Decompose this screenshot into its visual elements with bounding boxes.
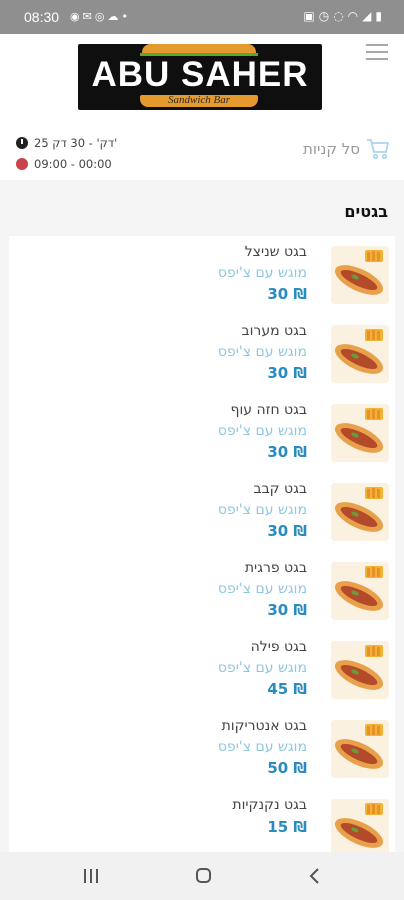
cart-label: סל קניות [303,140,360,158]
dot-icon: • [121,10,131,23]
mail-icon: ✉ [82,10,95,23]
menu-item-price: 30 ₪ [267,285,307,303]
menu-item-description: מוגש עם צ'יפס [217,423,307,439]
menu-item-image [331,641,389,699]
menu-item-image [331,562,389,620]
system-icons: ▣◷◌◠◢▮ [303,9,386,23]
menu-item[interactable]: בגט מערוב מוגש עם צ'יפס 30 ₪ [9,315,395,394]
whatsapp-icon: ◉ [70,10,83,23]
menu-content[interactable]: בגטים בגט שניצל מוגש עם צ'יפס 30 ₪ בגט מערו… [0,180,404,852]
menu-item-description: מוגש עם צ'יפס [217,581,307,597]
menu-item-description: מוגש עם צ'יפס [217,739,307,755]
menu-item[interactable]: בגט אנטריקות מוגש עם צ'יפס 50 ₪ [9,710,395,789]
menu-item-price: 30 ₪ [267,443,307,461]
closed-status-icon [16,158,28,170]
home-icon[interactable] [188,864,218,888]
menu-item-name: בגט נקנקיות [232,797,307,813]
opening-hours: 09:00 - 00:00 [34,157,112,171]
menu-item[interactable]: בגט קבב מוגש עם צ'יפס 30 ₪ [9,473,395,552]
delivery-time: 25 דק' - 30 דק' [34,136,118,150]
menu-item-price: 45 ₪ [267,680,307,698]
back-icon[interactable] [300,864,330,888]
delivery-time-row: 25 דק' - 30 דק' [16,134,117,152]
hamburger-menu-icon[interactable] [366,42,388,62]
menu-item-name: בגט פילה [250,639,307,655]
baguette-image [331,246,389,304]
logo-title: ABU SAHER [91,55,309,94]
menu-item[interactable]: בגט נקנקיות 15 ₪ [9,789,395,852]
cart-button[interactable]: סל קניות [303,136,390,162]
app-screen: 08:30 ◉✉◎☁• ▣◷◌◠◢▮ ABU SAHER Sandwich Ba… [0,0,404,900]
signal-icon: ◢ [362,9,376,23]
alarm-icon: ◷ [318,9,334,23]
baguette-image [331,404,389,462]
opening-hours-row: 09:00 - 00:00 [16,155,117,173]
menu-item-image [331,720,389,778]
battery-icon: ▮ [375,9,386,23]
menu-item-name: בגט אנטריקות [221,718,307,734]
status-bar: 08:30 ◉✉◎☁• ▣◷◌◠◢▮ [0,0,404,34]
wifi-icon: ◠ [347,9,363,23]
baguette-image [331,325,389,383]
menu-item-description: מוגש עם צ'יפס [217,265,307,281]
mute-icon: ◌ [333,9,348,23]
baguette-image [331,483,389,541]
shopping-cart-icon [367,139,389,160]
cloud-icon: ☁ [107,10,122,23]
section-title: בגטים [344,202,388,221]
menu-item[interactable]: בגט פילה מוגש עם צ'יפס 45 ₪ [9,631,395,710]
menu-item-name: בגט שניצל [244,244,307,260]
notification-icons: ◉✉◎☁• [70,10,131,23]
menu-item-description: מוגש עם צ'יפס [217,660,307,676]
status-time: 08:30 [24,9,60,25]
system-nav-bar [0,852,404,900]
baguette-image [331,562,389,620]
baguette-image [331,799,389,852]
menu-item[interactable]: בגט שניצל מוגש עם צ'יפס 30 ₪ [9,236,395,315]
menu-item-description: מוגש עם צ'יפס [217,502,307,518]
menu-item-image [331,246,389,304]
menu-item[interactable]: בגט חזה עוף מוגש עם צ'יפס 30 ₪ [9,394,395,473]
menu-item-name: בגט פרגית [244,560,307,576]
menu-item-price: 50 ₪ [267,759,307,777]
menu-item-name: בגט מערוב [241,323,307,339]
menu-item-image [331,325,389,383]
logo-subtitle: Sandwich Bar [167,94,231,106]
clock-icon [16,137,28,149]
menu-item-name: בגט קבב [253,481,307,497]
menu-item-description: מוגש עם צ'יפס [217,344,307,360]
lock-icon: ▣ [303,9,319,23]
menu-list: בגט שניצל מוגש עם צ'יפס 30 ₪ בגט מערוב מוגש … [9,236,395,852]
instagram-icon: ◎ [94,10,108,23]
baguette-image [331,641,389,699]
menu-item-image [331,799,389,852]
menu-item-price: 30 ₪ [267,364,307,382]
store-info: 25 דק' - 30 דק' 09:00 - 00:00 [16,134,117,176]
recents-icon[interactable] [76,864,106,888]
menu-item-price: 15 ₪ [267,818,307,836]
logo[interactable]: ABU SAHER Sandwich Bar [78,44,322,110]
header: ABU SAHER Sandwich Bar סל קניות 25 דק' -… [0,34,404,180]
menu-item-price: 30 ₪ [267,601,307,619]
menu-item-name: בגט חזה עוף [230,402,307,418]
menu-item-image [331,404,389,462]
menu-item-image [331,483,389,541]
menu-item-price: 30 ₪ [267,522,307,540]
baguette-image [331,720,389,778]
menu-item[interactable]: בגט פרגית מוגש עם צ'יפס 30 ₪ [9,552,395,631]
